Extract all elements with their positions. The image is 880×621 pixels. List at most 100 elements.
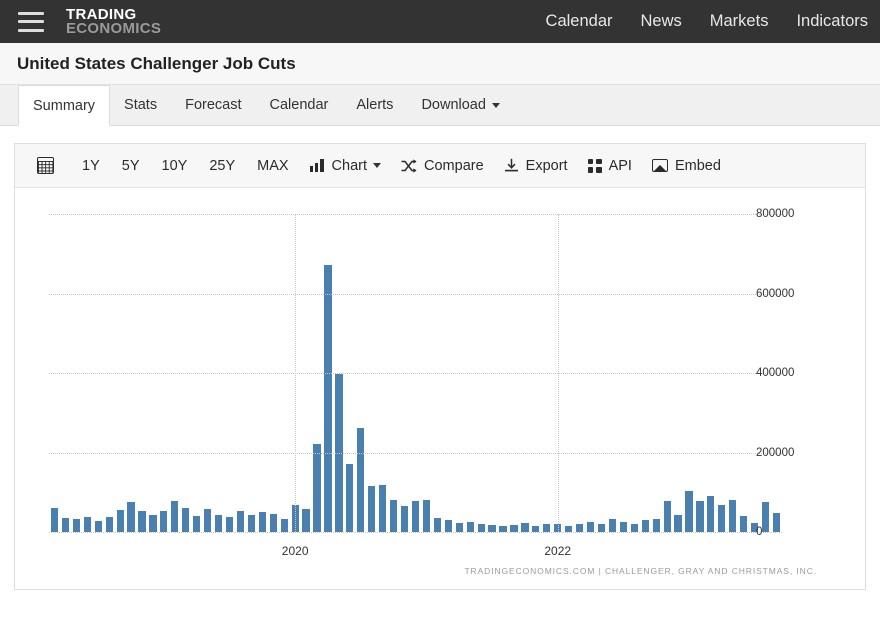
chart-bar[interactable] bbox=[444, 519, 452, 532]
chart-bar[interactable] bbox=[390, 499, 398, 532]
chart-bar[interactable] bbox=[72, 519, 80, 532]
embed-button[interactable]: Embed bbox=[642, 158, 731, 174]
nav-item-markets[interactable]: Markets bbox=[710, 12, 769, 31]
chart-bar[interactable] bbox=[488, 524, 496, 532]
chart-bar[interactable] bbox=[411, 501, 420, 532]
tab-forecast[interactable]: Forecast bbox=[171, 85, 255, 125]
chart-bar[interactable] bbox=[204, 508, 212, 532]
chart-bar[interactable] bbox=[718, 505, 726, 532]
y-gridline bbox=[49, 532, 782, 533]
table-view-button[interactable] bbox=[27, 157, 71, 174]
chart-bar[interactable] bbox=[171, 501, 179, 532]
chart-bar[interactable] bbox=[225, 516, 234, 532]
nav-item-indicators[interactable]: Indicators bbox=[796, 12, 868, 31]
x-tick-label: 2022 bbox=[544, 544, 572, 558]
chart-bar[interactable] bbox=[83, 517, 91, 532]
chart-bar[interactable] bbox=[61, 517, 70, 532]
chart-bar[interactable] bbox=[182, 507, 190, 532]
y-tick-label: 800000 bbox=[756, 208, 795, 220]
range-button-5y[interactable]: 5Y bbox=[111, 158, 151, 174]
chart-bar[interactable] bbox=[543, 524, 551, 532]
range-button-max[interactable]: MAX bbox=[246, 158, 299, 174]
chart-bar[interactable] bbox=[313, 443, 321, 532]
chart-bar[interactable] bbox=[729, 500, 737, 532]
x-tick-label: 2020 bbox=[281, 544, 309, 558]
range-label-1y: 1Y bbox=[82, 157, 100, 174]
chart-bar[interactable] bbox=[619, 521, 627, 532]
range-button-1y[interactable]: 1Y bbox=[71, 158, 111, 174]
chart-bar[interactable] bbox=[608, 519, 617, 532]
chart-bar[interactable] bbox=[379, 484, 387, 532]
chart-bar[interactable] bbox=[652, 518, 660, 532]
chart-bar[interactable] bbox=[280, 518, 288, 532]
chart-bar[interactable] bbox=[641, 520, 649, 532]
chart-bar[interactable] bbox=[400, 506, 409, 532]
site-logo[interactable]: TRADING ECONOMICS bbox=[66, 7, 161, 36]
tab-stats[interactable]: Stats bbox=[110, 85, 171, 125]
chart-bar[interactable] bbox=[521, 522, 529, 532]
chart-bar[interactable] bbox=[324, 265, 332, 532]
chart-bar[interactable] bbox=[597, 523, 606, 532]
nav-item-calendar[interactable]: Calendar bbox=[546, 12, 613, 31]
y-tick-label: 400000 bbox=[756, 367, 795, 379]
tab-summary[interactable]: Summary bbox=[18, 85, 111, 126]
chart-bar[interactable] bbox=[116, 510, 124, 532]
chart-bar[interactable] bbox=[302, 509, 310, 532]
chart-bar[interactable] bbox=[236, 510, 245, 532]
chart-bar[interactable] bbox=[214, 515, 223, 532]
chart-bar[interactable] bbox=[368, 485, 376, 532]
nav-item-news[interactable]: News bbox=[641, 12, 682, 31]
tab-calendar-label: Calendar bbox=[269, 97, 329, 113]
chart-bar[interactable] bbox=[772, 513, 781, 532]
chart-bar[interactable] bbox=[193, 516, 201, 532]
chart-panel: 1Y 5Y 10Y 25Y MAX Chart Compare Export A… bbox=[14, 143, 866, 590]
bar-chart-icon bbox=[309, 159, 325, 172]
chart-bar[interactable] bbox=[160, 510, 168, 532]
chart-bar[interactable] bbox=[357, 427, 365, 532]
api-button[interactable]: API bbox=[578, 158, 642, 174]
x-gridline bbox=[295, 214, 297, 532]
chart-bar[interactable] bbox=[422, 500, 431, 532]
y-tick-label: 0 bbox=[756, 526, 763, 538]
chart-type-label: Chart bbox=[331, 157, 368, 174]
chart-bar[interactable] bbox=[586, 522, 595, 532]
chart-bar[interactable] bbox=[94, 521, 102, 532]
chart-bar[interactable] bbox=[127, 501, 135, 532]
chart-canvas[interactable]: 0 200000 400000 600000 800000 2020 2022 TRADI… bbox=[15, 188, 865, 588]
range-label-10y: 10Y bbox=[161, 157, 188, 174]
chart-bar[interactable] bbox=[674, 514, 682, 532]
chart-bar[interactable] bbox=[477, 523, 485, 532]
chart-bar[interactable] bbox=[433, 518, 441, 532]
hamburger-menu-icon[interactable] bbox=[18, 11, 44, 32]
chart-bar[interactable] bbox=[740, 515, 748, 532]
chart-bar[interactable] bbox=[761, 502, 770, 532]
chart-bar[interactable] bbox=[663, 501, 671, 532]
chart-bar[interactable] bbox=[105, 516, 113, 532]
chart-bar[interactable] bbox=[466, 522, 474, 532]
chart-bar[interactable] bbox=[707, 496, 715, 532]
chart-type-button[interactable]: Chart bbox=[300, 158, 391, 174]
chart-source-credit: TRADINGECONOMICS.COM | CHALLENGER, GRAY … bbox=[464, 566, 817, 576]
compare-button[interactable]: Compare bbox=[391, 158, 494, 174]
chart-bar[interactable] bbox=[630, 523, 638, 532]
range-button-25y[interactable]: 25Y bbox=[198, 158, 246, 174]
tab-download[interactable]: Download bbox=[407, 85, 514, 125]
tab-calendar[interactable]: Calendar bbox=[256, 85, 343, 125]
chart-bar[interactable] bbox=[269, 514, 277, 532]
hamburger-line bbox=[18, 20, 44, 23]
chart-bar[interactable] bbox=[149, 514, 157, 532]
export-button[interactable]: Export bbox=[494, 158, 578, 174]
chart-bar[interactable] bbox=[258, 512, 266, 532]
chart-bar[interactable] bbox=[247, 515, 255, 532]
range-button-10y[interactable]: 10Y bbox=[151, 158, 199, 174]
chart-bar[interactable] bbox=[575, 523, 584, 532]
download-icon bbox=[504, 158, 519, 173]
chart-bar[interactable] bbox=[510, 524, 518, 532]
chart-bar[interactable] bbox=[346, 464, 354, 532]
chart-bar[interactable] bbox=[138, 510, 146, 532]
chart-bar[interactable] bbox=[696, 501, 704, 532]
tab-alerts[interactable]: Alerts bbox=[342, 85, 407, 125]
chart-bar[interactable] bbox=[685, 491, 693, 532]
chart-bar[interactable] bbox=[455, 522, 463, 532]
chart-bar[interactable] bbox=[50, 508, 59, 532]
